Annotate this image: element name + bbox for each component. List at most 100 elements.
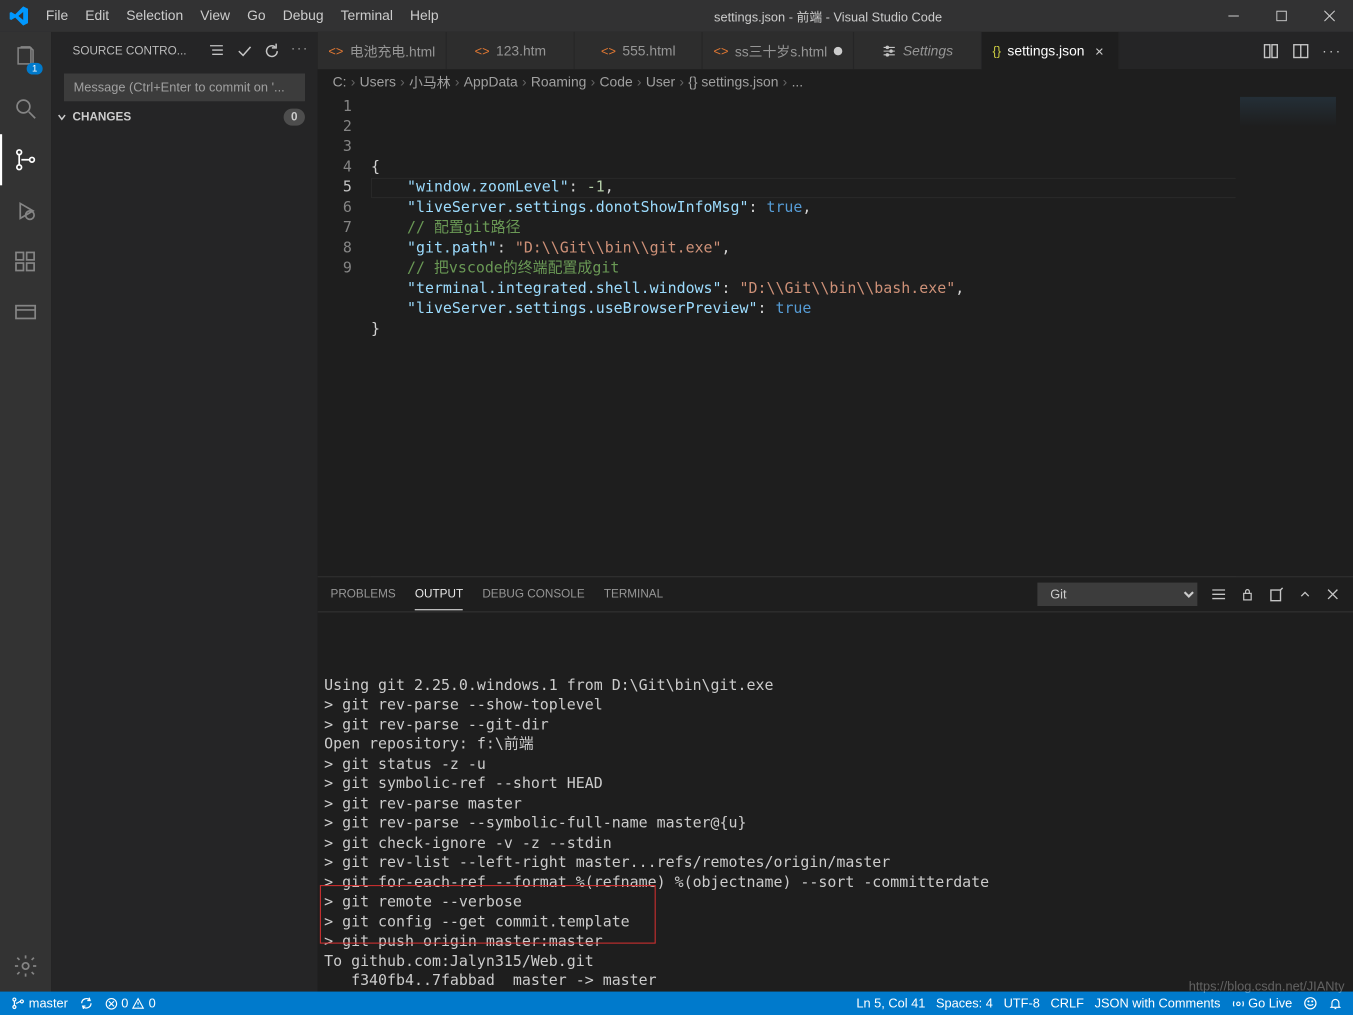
menu-help[interactable]: Help xyxy=(402,0,448,32)
panel-tab-terminal[interactable]: TERMINAL xyxy=(604,579,663,610)
extensions-icon[interactable] xyxy=(0,236,51,287)
editor-tab[interactable]: {}settings.json× xyxy=(982,32,1120,69)
editor-tab[interactable]: <>555.html xyxy=(575,32,703,69)
chevron-right-icon: › xyxy=(679,73,684,89)
explorer-icon[interactable]: 1 xyxy=(0,32,51,83)
breadcrumb-item[interactable]: Roaming xyxy=(531,73,586,89)
debug-icon[interactable] xyxy=(0,185,51,236)
split-editor-icon[interactable] xyxy=(1292,42,1309,59)
output-line: > git rev-parse --git-dir xyxy=(324,715,1346,735)
bottom-panel: PROBLEMSOUTPUTDEBUG CONSOLETERMINAL Git … xyxy=(318,576,1353,991)
breadcrumb-item[interactable]: 小马林 xyxy=(409,71,451,91)
breadcrumb-item[interactable]: Users xyxy=(360,73,396,89)
eol-status[interactable]: CRLF xyxy=(1050,996,1083,1011)
open-log-icon[interactable] xyxy=(1210,586,1227,603)
breadcrumb-item[interactable]: Code xyxy=(600,73,633,89)
problems-status[interactable]: 0 0 xyxy=(104,996,156,1011)
editor-tab[interactable]: <>ss三十岁s.html xyxy=(703,32,854,69)
indentation-status[interactable]: Spaces: 4 xyxy=(936,996,993,1011)
output-line: > git check-ignore -v -z --stdin xyxy=(324,833,1346,853)
lock-scroll-icon[interactable] xyxy=(1240,587,1255,602)
output-line: Using git 2.25.0.windows.1 from D:\Git\b… xyxy=(324,676,1346,696)
commit-message-input[interactable]: Message (Ctrl+Enter to commit on '... xyxy=(64,73,305,101)
commit-check-icon[interactable] xyxy=(236,42,253,59)
status-bar: master 0 0 Ln 5, Col 41 Spaces: 4 UTF-8 … xyxy=(0,992,1353,1015)
editor-tab[interactable]: <>123.htm xyxy=(447,32,575,69)
editor-tab-bar: <>电池充电.html<>123.htm<>555.html<>ss三十岁s.h… xyxy=(318,32,1353,69)
tab-label: 123.htm xyxy=(496,43,546,59)
breadcrumb-item[interactable]: AppData xyxy=(464,73,518,89)
output-line: > git symbolic-ref --short HEAD xyxy=(324,774,1346,794)
clear-output-icon[interactable] xyxy=(1268,586,1285,603)
close-button[interactable] xyxy=(1305,0,1353,32)
source-control-icon[interactable] xyxy=(0,134,51,185)
more-tab-actions-icon[interactable]: ··· xyxy=(1322,43,1342,59)
chevron-right-icon: › xyxy=(522,73,527,89)
compare-changes-icon[interactable] xyxy=(1262,42,1279,59)
maximize-button[interactable] xyxy=(1257,0,1305,32)
settings-gear-icon[interactable] xyxy=(0,940,51,991)
line-number: 5 xyxy=(318,178,352,198)
refresh-icon[interactable] xyxy=(263,42,280,59)
chevron-right-icon: › xyxy=(400,73,405,89)
chevron-right-icon: › xyxy=(455,73,460,89)
title-bar: FileEditSelectionViewGoDebugTerminalHelp… xyxy=(0,0,1353,32)
line-number: 1 xyxy=(318,97,352,117)
feedback-icon[interactable] xyxy=(1303,996,1318,1011)
menu-go[interactable]: Go xyxy=(239,0,275,32)
close-tab-icon[interactable]: × xyxy=(1091,42,1108,59)
cursor-position[interactable]: Ln 5, Col 41 xyxy=(856,996,925,1011)
output-content[interactable]: Using git 2.25.0.windows.1 from D:\Git\b… xyxy=(318,612,1353,991)
menu-terminal[interactable]: Terminal xyxy=(332,0,401,32)
changes-section-header[interactable]: CHANGES 0 xyxy=(51,105,318,128)
breadcrumb[interactable]: C:›Users›小马林›AppData›Roaming›Code›User›{… xyxy=(318,69,1353,92)
menu-debug[interactable]: Debug xyxy=(274,0,332,32)
tab-label: Settings xyxy=(903,43,953,59)
more-actions-icon[interactable]: ··· xyxy=(291,42,309,59)
language-mode[interactable]: JSON with Comments xyxy=(1095,996,1221,1011)
panel-tab-output[interactable]: OUTPUT xyxy=(415,579,463,610)
search-icon[interactable] xyxy=(0,83,51,134)
minimap[interactable] xyxy=(1236,93,1353,577)
menu-bar: FileEditSelectionViewGoDebugTerminalHelp xyxy=(37,0,447,32)
menu-edit[interactable]: Edit xyxy=(77,0,118,32)
activity-bar: 1 xyxy=(0,32,51,992)
panel-tab-problems[interactable]: PROBLEMS xyxy=(331,579,396,610)
minimize-button[interactable] xyxy=(1209,0,1257,32)
close-panel-icon[interactable] xyxy=(1325,587,1340,602)
output-line: To github.com:Jalyn315/Web.git xyxy=(324,952,1346,972)
code-editor[interactable]: 123456789 { "window.zoomLevel": -1, "liv… xyxy=(318,93,1353,577)
window-controls xyxy=(1209,0,1353,32)
breadcrumb-item[interactable]: {} settings.json xyxy=(688,73,778,89)
menu-file[interactable]: File xyxy=(37,0,76,32)
view-as-tree-icon[interactable] xyxy=(208,42,225,59)
output-line: > git status -z -u xyxy=(324,755,1346,775)
output-line: > git rev-parse master xyxy=(324,794,1346,814)
encoding-status[interactable]: UTF-8 xyxy=(1004,996,1040,1011)
panel-tab-debug-console[interactable]: DEBUG CONSOLE xyxy=(482,579,584,610)
editor-tab[interactable]: <>电池充电.html xyxy=(318,32,447,69)
menu-selection[interactable]: Selection xyxy=(118,0,192,32)
line-number: 7 xyxy=(318,218,352,238)
remote-icon[interactable] xyxy=(0,288,51,339)
output-channel-select[interactable]: Git xyxy=(1037,583,1197,606)
go-live-button[interactable]: Go Live xyxy=(1231,996,1292,1011)
maximize-panel-icon[interactable] xyxy=(1298,587,1313,602)
chevron-right-icon: › xyxy=(591,73,596,89)
breadcrumb-item[interactable]: C: xyxy=(333,73,347,89)
line-number: 3 xyxy=(318,137,352,157)
breadcrumb-item[interactable]: ... xyxy=(792,73,804,89)
branch-status[interactable]: master xyxy=(11,996,68,1011)
broadcast-icon xyxy=(1231,996,1245,1010)
notifications-icon[interactable] xyxy=(1328,996,1342,1010)
output-line: > git rev-list --left-right master...ref… xyxy=(324,853,1346,873)
code-content[interactable]: { "window.zoomLevel": -1, "liveServer.se… xyxy=(371,93,1353,577)
explorer-badge: 1 xyxy=(27,63,43,75)
sync-status[interactable] xyxy=(79,996,94,1011)
warning-icon xyxy=(132,996,146,1010)
output-line: > git remote --verbose xyxy=(324,893,1346,913)
output-line: > git push origin master:master xyxy=(324,932,1346,952)
breadcrumb-item[interactable]: User xyxy=(646,73,675,89)
editor-tab[interactable]: Settings xyxy=(854,32,982,69)
menu-view[interactable]: View xyxy=(192,0,239,32)
